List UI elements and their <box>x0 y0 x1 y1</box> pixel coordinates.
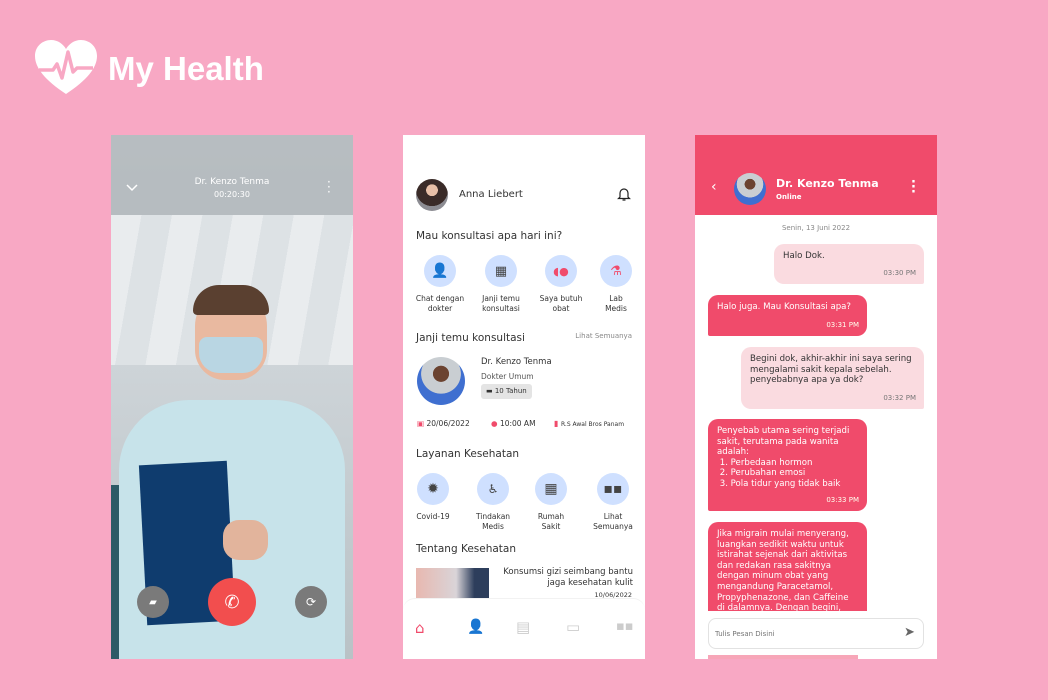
chat-screen: ‹ Dr. Kenzo Tenma Online · · · Senin, 13 J… <box>695 135 937 659</box>
quick-label: Chat dengan dokter <box>415 294 465 313</box>
virus-icon: ✹ <box>427 481 439 497</box>
bottom-nav: ⌂ 👤 ▤ ▭ ▪▪ <box>403 598 645 659</box>
consult-question: Mau konsultasi apa hari ini? <box>416 230 563 242</box>
appointment-specialty: Dokter Umum <box>481 372 534 381</box>
grid-icon[interactable]: ▪▪ <box>616 619 634 634</box>
flask-icon: ⚗ <box>610 263 622 279</box>
service-all[interactable]: ▪▪ <box>597 473 629 505</box>
hospital-icon: ▮ <box>554 419 561 428</box>
switch-camera-button[interactable]: ⟳ <box>295 586 327 618</box>
brand-name: My Health <box>108 50 264 87</box>
message-input[interactable] <box>708 618 924 649</box>
doctor-icon: 👤 <box>431 263 449 279</box>
more-vert-icon[interactable]: · · · <box>327 176 333 198</box>
quick-appointment[interactable]: ▦ <box>485 255 517 287</box>
service-hospital[interactable]: ▦ <box>535 473 567 505</box>
message-sent: Begini dok, akhir-akhir ini saya sering … <box>741 347 924 409</box>
service-label: Tindakan Medis <box>475 512 511 531</box>
appointment-place: ▮ R.S Awal Bros Panam <box>554 419 625 428</box>
end-call-icon: ✆ <box>224 591 240 613</box>
call-header <box>111 135 353 215</box>
article-title[interactable]: Konsumsi gizi seimbang bantu jaga keseha… <box>495 567 633 589</box>
heart-pulse-logo-icon <box>35 40 97 94</box>
appointment-date: ▣ 20/06/2022 <box>417 419 470 428</box>
chat-icon[interactable]: ▭ <box>566 618 580 636</box>
camera-off-icon: ▰ <box>149 596 157 608</box>
service-label: Lihat Semuanya <box>593 512 633 531</box>
service-medical[interactable]: ♿ <box>477 473 509 505</box>
quick-lab[interactable]: ⚗ <box>600 255 632 287</box>
home-screen: Anna Liebert Mau konsultasi apa hari ini… <box>403 135 645 659</box>
switch-camera-icon: ⟳ <box>305 595 317 609</box>
chat-doctor-name: Dr. Kenzo Tenma <box>776 177 879 190</box>
caller-name: Dr. Kenzo Tenma <box>194 177 270 187</box>
doctor-avatar <box>417 357 465 405</box>
briefcase-icon: ▬ <box>486 387 495 395</box>
user-avatar[interactable] <box>416 179 448 211</box>
chat-status: Online <box>776 193 802 201</box>
quick-medicine[interactable]: ◖● <box>545 255 577 287</box>
call-duration: 00:20:30 <box>214 190 250 199</box>
message-sent: Halo Dok. 03:30 PM <box>774 244 924 284</box>
article-image[interactable] <box>416 568 489 600</box>
appointment-doctor: Dr. Kenzo Tenma <box>481 357 552 367</box>
appointments-title: Janji temu konsultasi <box>416 332 525 344</box>
service-label: Covid-19 <box>416 512 450 521</box>
bell-icon[interactable] <box>617 187 631 202</box>
hospital-building-icon: ▦ <box>544 481 558 497</box>
service-label: Rumah Sakit <box>537 512 565 531</box>
calendar-clock-icon: ▦ <box>494 263 508 279</box>
experience-badge: ▬ 10 Tahun <box>481 384 532 399</box>
clock-icon: ● <box>491 419 500 428</box>
home-icon[interactable]: ⌂ <box>415 619 425 637</box>
quick-label: Saya butuh obat <box>539 294 583 313</box>
chat-date: Senin, 13 Juni 2022 <box>781 224 851 232</box>
medical-procedure-icon: ♿ <box>487 482 499 496</box>
doctor-icon[interactable]: 👤 <box>467 619 484 635</box>
service-covid[interactable]: ✹ <box>417 473 449 505</box>
doctor-avatar <box>734 173 766 205</box>
chat-header <box>695 135 937 215</box>
end-call-button[interactable]: ✆ <box>208 578 256 626</box>
appointment-time: ● 10:00 AM <box>491 419 536 428</box>
video-call-screen: Dr. Kenzo Tenma 00:20:30 · · · ▰ ✆ ⟳ <box>111 135 353 659</box>
back-icon[interactable]: ‹ <box>711 179 717 195</box>
see-all-link[interactable]: Lihat Semuanya <box>575 332 632 340</box>
quick-label: Janji temu konsultasi <box>482 294 520 313</box>
user-name: Anna Liebert <box>459 189 523 200</box>
quick-chat-doctor[interactable]: 👤 <box>424 255 456 287</box>
grid-icon: ▪▪ <box>603 481 623 497</box>
quick-label: Lab Medis <box>605 294 627 313</box>
more-vert-icon[interactable]: · · · <box>911 176 916 199</box>
articles-title: Tentang Kesehatan <box>416 543 517 555</box>
store-icon[interactable]: ▤ <box>516 618 530 636</box>
message-received: Penyebab utama sering terjadi sakit, ter… <box>708 419 867 511</box>
message-peek <box>708 655 858 659</box>
pill-icon: ◖● <box>553 264 569 278</box>
message-received: Halo juga. Mau Konsultasi apa? 03:31 PM <box>708 295 867 336</box>
send-icon[interactable]: ➤ <box>904 625 915 640</box>
camera-off-button[interactable]: ▰ <box>137 586 169 618</box>
services-title: Layanan Kesehatan <box>416 448 520 460</box>
